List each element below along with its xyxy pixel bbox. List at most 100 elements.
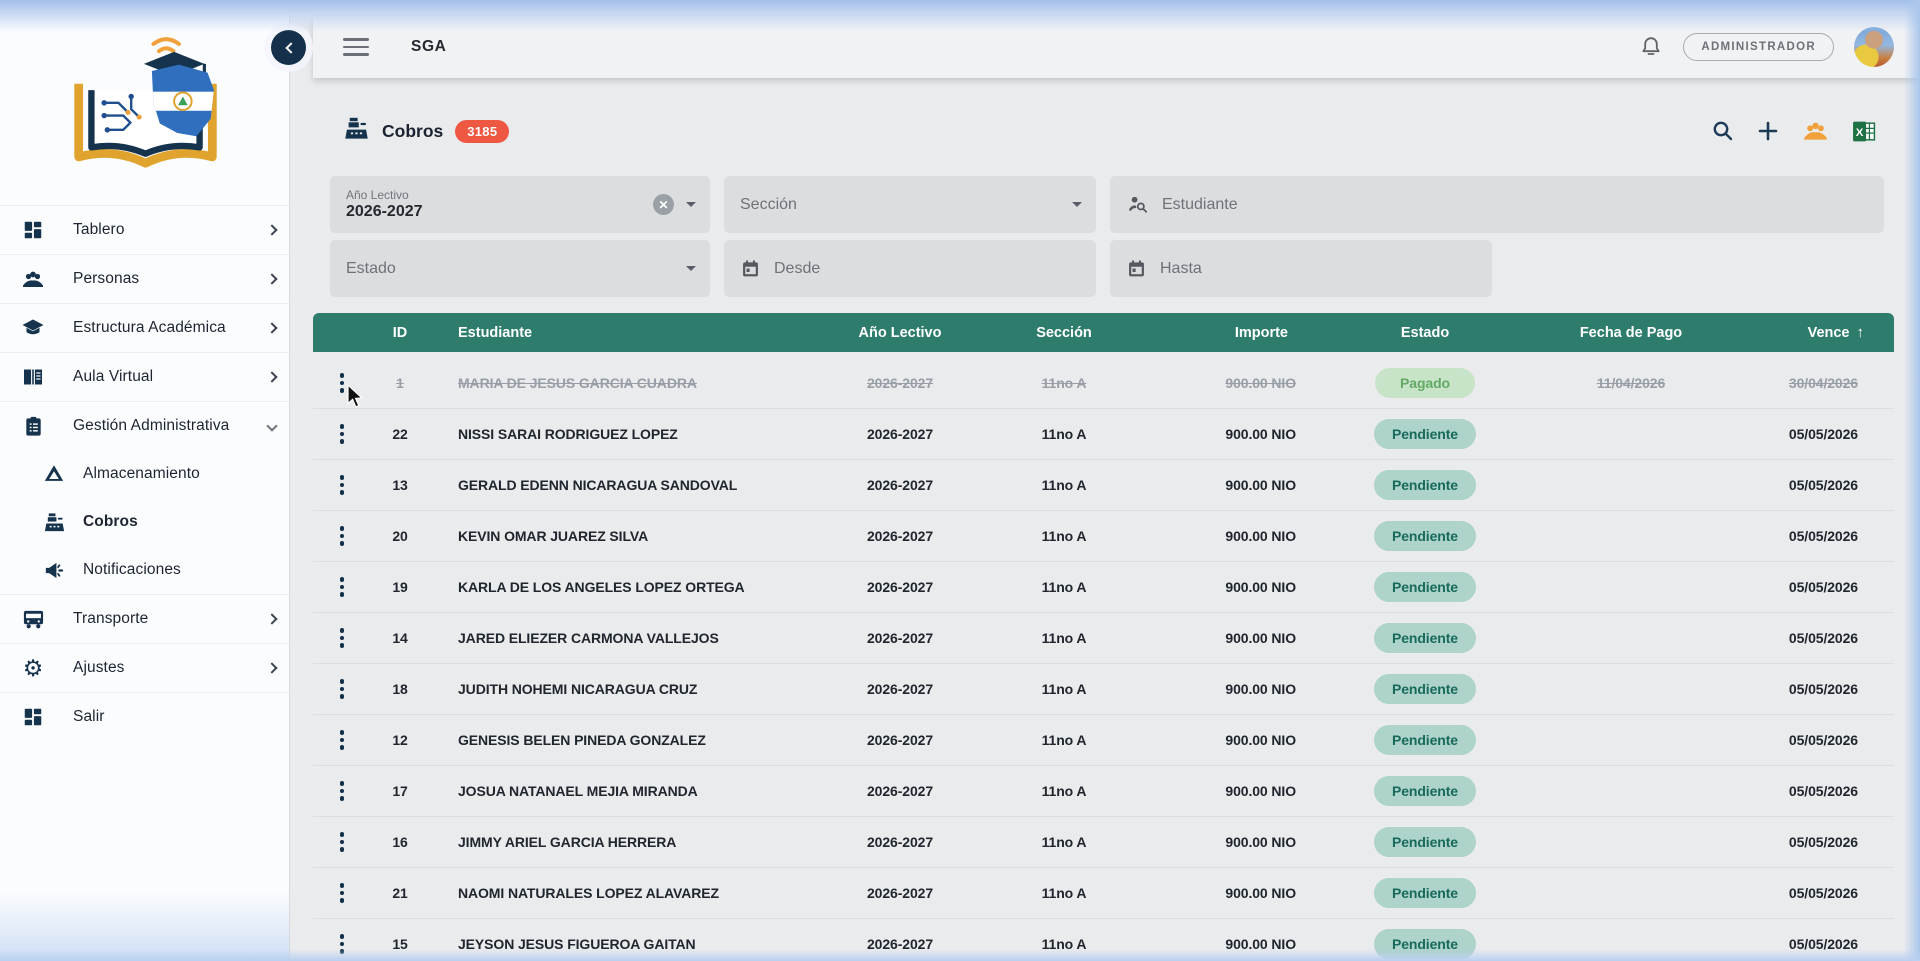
row-student: KARLA DE LOS ANGELES LOPEZ ORTEGA [423, 579, 793, 595]
search-icon [1711, 119, 1735, 143]
sidebar-item-ajustes[interactable]: ⚙ Ajustes [0, 643, 290, 692]
sidebar-item-estructura-academica[interactable]: Estructura Académica [0, 303, 290, 352]
sidebar-item-salir[interactable]: Salir [0, 692, 290, 741]
clipboard-list-icon [20, 413, 46, 439]
row-section: 11no A [1007, 681, 1121, 697]
filter-seccion-select[interactable]: Sección [724, 176, 1096, 233]
row-actions-button[interactable] [325, 876, 359, 910]
header-anio-lectivo[interactable]: Año Lectivo [793, 325, 1007, 341]
row-actions-button[interactable] [325, 468, 359, 502]
person-search-icon [1126, 193, 1149, 216]
chevron-right-icon [266, 662, 277, 673]
table-row: 19 KARLA DE LOS ANGELES LOPEZ ORTEGA 202… [313, 562, 1894, 613]
sidebar-item-label: Estructura Académica [73, 319, 226, 337]
sidebar-item-cobros[interactable]: Cobros [0, 498, 290, 546]
sidebar-collapse-button[interactable] [271, 30, 306, 65]
row-actions-button[interactable] [325, 621, 359, 655]
sidebar-item-personas[interactable]: Personas [0, 254, 290, 303]
filter-anio-lectivo-select[interactable]: Año Lectivo 2026-2027 ✕ [330, 176, 710, 233]
row-amount: 900.00 NIO [1121, 936, 1316, 952]
row-amount: 900.00 NIO [1121, 885, 1316, 901]
row-actions-button[interactable] [325, 927, 359, 961]
estudiante-search-input[interactable] [1162, 196, 1870, 214]
filter-estudiante-field[interactable] [1110, 176, 1884, 233]
row-actions-button[interactable] [325, 723, 359, 757]
filter-placeholder: Estado [346, 260, 396, 278]
table-row: 12 GENESIS BELEN PINEDA GONZALEZ 2026-20… [313, 715, 1894, 766]
status-badge: Pendiente [1374, 521, 1476, 551]
sort-asc-icon: ↑ [1857, 324, 1865, 341]
notifications-bell-button[interactable] [1639, 35, 1663, 59]
row-student: JEYSON JESUS FIGUEROA GAITAN [423, 936, 793, 952]
status-badge: Pendiente [1374, 776, 1476, 806]
app-bar: SGA ADMINISTRADOR [313, 16, 1920, 78]
cash-register-icon [42, 510, 66, 534]
filter-hasta-date[interactable] [1110, 240, 1492, 297]
clear-filter-icon[interactable]: ✕ [653, 194, 674, 215]
header-estudiante[interactable]: Estudiante [423, 325, 793, 341]
header-estado[interactable]: Estado [1316, 325, 1534, 341]
header-seccion[interactable]: Sección [1007, 325, 1121, 341]
row-actions-button[interactable] [325, 417, 359, 451]
sidebar-item-notificaciones[interactable]: Notificaciones [0, 546, 290, 594]
header-importe[interactable]: Importe [1121, 325, 1316, 341]
filter-desde-date[interactable] [724, 240, 1096, 297]
table-row: 14 JARED ELIEZER CARMONA VALLEJOS 2026-2… [313, 613, 1894, 664]
row-student: NISSI SARAI RODRIGUEZ LOPEZ [423, 426, 793, 442]
table-body: 1 MARIA DE JESUS GARCIA CUADRA 2026-2027… [313, 358, 1894, 961]
row-student: GERALD EDENN NICARAGUA SANDOVAL [423, 477, 793, 493]
row-student: JOSUA NATANAEL MEJIA MIRANDA [423, 783, 793, 799]
desde-date-input[interactable] [774, 260, 1082, 278]
row-student: GENESIS BELEN PINEDA GONZALEZ [423, 732, 793, 748]
plus-icon [1756, 119, 1780, 143]
row-year: 2026-2027 [793, 477, 1007, 493]
row-actions-button[interactable] [325, 570, 359, 604]
user-avatar[interactable] [1854, 27, 1894, 67]
sidebar-item-tablero[interactable]: Tablero [0, 205, 290, 254]
export-excel-button[interactable]: X [1851, 119, 1877, 144]
row-id: 22 [377, 426, 423, 442]
status-badge: Pendiente [1374, 878, 1476, 908]
row-due-date: 05/05/2026 [1728, 630, 1894, 646]
role-badge[interactable]: ADMINISTRADOR [1683, 33, 1834, 61]
row-actions-button[interactable] [325, 825, 359, 859]
row-id: 18 [377, 681, 423, 697]
menu-toggle-button[interactable] [343, 38, 369, 56]
sidebar-item-almacenamiento[interactable]: Almacenamiento [0, 450, 290, 498]
row-actions-button[interactable] [325, 774, 359, 808]
sidebar-item-label: Transporte [73, 610, 148, 628]
table-row: 13 GERALD EDENN NICARAGUA SANDOVAL 2026-… [313, 460, 1894, 511]
school-logo [58, 22, 233, 190]
row-actions-button[interactable] [325, 519, 359, 553]
chevron-right-icon [266, 322, 277, 333]
header-id[interactable]: ID [377, 325, 423, 341]
row-id: 19 [377, 579, 423, 595]
add-cobro-button[interactable] [1756, 119, 1780, 143]
status-badge: Pendiente [1374, 470, 1476, 500]
row-section: 11no A [1007, 375, 1121, 391]
search-button[interactable] [1711, 119, 1735, 143]
caret-down-icon [686, 266, 696, 271]
table-row: 20 KEVIN OMAR JUAREZ SILVA 2026-2027 11n… [313, 511, 1894, 562]
sidebar-item-transporte[interactable]: Transporte [0, 594, 290, 643]
status-badge: Pendiente [1374, 827, 1476, 857]
row-actions-button[interactable] [325, 672, 359, 706]
header-fecha-pago[interactable]: Fecha de Pago [1534, 325, 1728, 341]
bulk-students-button[interactable] [1801, 118, 1830, 144]
row-section: 11no A [1007, 783, 1121, 799]
row-actions-button[interactable] [325, 366, 359, 400]
chevron-right-icon [266, 371, 277, 382]
hasta-date-input[interactable] [1160, 260, 1478, 278]
sidebar-item-aula-virtual[interactable]: Aula Virtual [0, 352, 290, 401]
filter-estado-select[interactable]: Estado [330, 240, 710, 297]
open-book-icon [20, 364, 46, 390]
row-amount: 900.00 NIO [1121, 783, 1316, 799]
row-year: 2026-2027 [793, 375, 1007, 391]
sidebar-item-gestion-administrativa[interactable]: Gestión Administrativa [0, 401, 290, 450]
dashboard-icon [20, 217, 46, 243]
status-badge: Pendiente [1374, 572, 1476, 602]
sidebar-item-label: Personas [73, 270, 139, 288]
header-vence[interactable]: Vence ↑ [1728, 324, 1894, 341]
row-id: 15 [377, 936, 423, 952]
svg-text:X: X [1856, 126, 1864, 138]
